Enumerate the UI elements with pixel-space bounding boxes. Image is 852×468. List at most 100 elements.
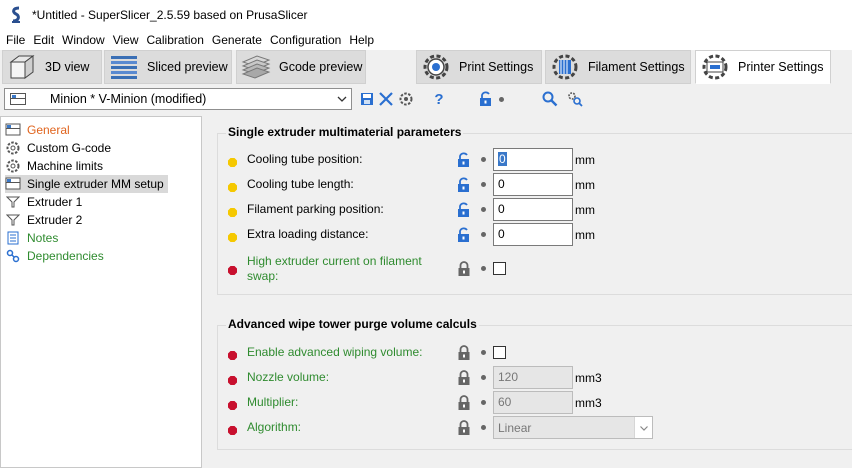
unit-label: mm xyxy=(575,153,595,167)
lock-icon[interactable] xyxy=(457,261,471,277)
tree-item-label: General xyxy=(27,123,70,137)
delete-preset-button[interactable] xyxy=(377,90,395,108)
menu-configuration[interactable]: Configuration xyxy=(268,30,347,50)
tab-filament-settings[interactable]: Filament Settings xyxy=(545,50,691,84)
nozzle-volume-input[interactable]: 120 xyxy=(493,366,573,389)
window-icon xyxy=(5,122,21,138)
tree-item-label: Machine limits xyxy=(27,159,104,173)
tab-printer-settings[interactable]: Printer Settings xyxy=(695,50,831,84)
filament-parking-position-input[interactable]: 0 xyxy=(493,198,573,221)
save-icon xyxy=(361,93,373,105)
setting-nozzle-volume: Nozzle volume: 120 mm3 xyxy=(203,366,852,390)
tree-item-notes[interactable]: Notes xyxy=(5,229,58,247)
lock-icon[interactable] xyxy=(457,370,471,386)
tab-print-settings[interactable]: Print Settings xyxy=(416,50,542,84)
setting-label: Nozzle volume: xyxy=(247,370,330,384)
lock-icon[interactable] xyxy=(457,395,471,411)
unlock-icon[interactable] xyxy=(457,177,471,193)
window-title: *Untitled - SuperSlicer_2.5.59 based on … xyxy=(32,8,308,22)
extra-loading-distance-input[interactable]: 0 xyxy=(493,223,573,246)
setting-algorithm: Algorithm: Linear xyxy=(203,416,852,440)
menu-window[interactable]: Window xyxy=(60,30,111,50)
bullet-icon[interactable] xyxy=(481,232,486,237)
tree-item-label: Custom G-code xyxy=(27,141,112,155)
algorithm-select[interactable]: Linear xyxy=(493,416,653,439)
cog-icon xyxy=(423,54,449,80)
unlock-icon[interactable] xyxy=(457,227,471,243)
bullet-icon[interactable] xyxy=(481,266,486,271)
setting-cooling-tube-length: Cooling tube length: 0 mm xyxy=(203,173,852,197)
menu-edit[interactable]: Edit xyxy=(31,30,60,50)
enable-advanced-wiping-volume-checkbox[interactable] xyxy=(493,346,506,359)
bullet-icon[interactable] xyxy=(481,375,486,380)
advanced-mode-icon xyxy=(228,264,237,275)
tree-item-dependencies[interactable]: Dependencies xyxy=(5,247,104,265)
lock-icon[interactable] xyxy=(457,345,471,361)
cog-icon xyxy=(5,140,21,156)
tree-item-custom-gcode[interactable]: Custom G-code xyxy=(5,139,111,157)
cooling-tube-length-input[interactable]: 0 xyxy=(493,173,573,196)
tree-item-machine-limits[interactable]: Machine limits xyxy=(5,157,103,175)
chevron-down-icon xyxy=(337,96,347,102)
high-extruder-current-checkbox[interactable] xyxy=(493,262,506,275)
unit-label: mm xyxy=(575,228,595,242)
tab-gcode-preview[interactable]: Gcode preview xyxy=(236,50,366,84)
menu-calibration[interactable]: Calibration xyxy=(145,30,210,50)
tree-item-label: Notes xyxy=(27,231,59,245)
chevron-down-icon xyxy=(634,417,652,438)
funnel-icon xyxy=(5,212,21,228)
tree-item-extruder-2[interactable]: Extruder 2 xyxy=(5,211,82,229)
tree-item-general[interactable]: General xyxy=(5,121,70,139)
setting-filament-parking-position: Filament parking position: 0 mm xyxy=(203,198,852,222)
tree-item-label: Extruder 1 xyxy=(27,195,83,209)
system-value-icon xyxy=(228,206,237,217)
printer-preset-icon xyxy=(10,93,26,105)
menu-bar: File Edit Window View Calibration Genera… xyxy=(0,30,852,50)
lock-legend-button[interactable] xyxy=(477,90,495,108)
bullet-icon[interactable] xyxy=(481,157,486,162)
tree-item-extruder-1[interactable]: Extruder 1 xyxy=(5,193,82,211)
multiplier-input[interactable]: 60 xyxy=(493,391,573,414)
menu-file[interactable]: File xyxy=(4,30,31,50)
cooling-tube-position-input[interactable]: 0 xyxy=(493,148,573,171)
menu-view[interactable]: View xyxy=(111,30,145,50)
setting-multiplier: Multiplier: 60 mm3 xyxy=(203,391,852,415)
bullet-icon[interactable] xyxy=(481,350,486,355)
printer-preset-select[interactable]: Minion * V-Minion (modified) xyxy=(4,88,352,110)
setting-label: High extruder current on filament swap: xyxy=(247,254,422,283)
bullet-icon[interactable] xyxy=(481,207,486,212)
menu-help[interactable]: Help xyxy=(347,30,380,50)
bullet-icon[interactable] xyxy=(481,425,486,430)
advanced-mode-icon xyxy=(228,374,237,385)
bullet-icon[interactable] xyxy=(481,400,486,405)
search-settings-button[interactable] xyxy=(566,90,584,108)
setting-high-extruder-current: High extruder current on filament swap: xyxy=(203,254,852,288)
tab-sliced-preview[interactable]: Sliced preview xyxy=(104,50,232,84)
unlock-icon[interactable] xyxy=(457,202,471,218)
tree-item-single-extruder-mm-setup[interactable]: Single extruder MM setup xyxy=(5,175,168,193)
advanced-mode-icon xyxy=(228,424,237,435)
setting-label: Algorithm: xyxy=(247,420,302,434)
menu-generate[interactable]: Generate xyxy=(210,30,268,50)
title-bar: *Untitled - SuperSlicer_2.5.59 based on … xyxy=(0,0,852,30)
setting-label: Cooling tube length: xyxy=(247,177,354,191)
save-preset-button[interactable] xyxy=(358,90,376,108)
help-button[interactable]: ? xyxy=(430,90,448,108)
setting-enable-advanced-wiping-volume: Enable advanced wiping volume: xyxy=(203,341,852,365)
compare-presets-button[interactable] xyxy=(397,90,415,108)
search-button[interactable] xyxy=(541,90,559,108)
setting-cooling-tube-position: Cooling tube position: 0 mm xyxy=(203,148,852,172)
unlock-icon[interactable] xyxy=(457,152,471,168)
unit-label: mm3 xyxy=(575,396,602,410)
bullet-icon[interactable] xyxy=(481,182,486,187)
value-legend-button[interactable] xyxy=(496,90,506,108)
group-title: Advanced wipe tower purge volume calculs xyxy=(226,317,479,331)
tab-label: 3D view xyxy=(45,60,90,74)
cube-icon xyxy=(9,55,35,79)
lock-icon[interactable] xyxy=(457,420,471,436)
system-value-icon xyxy=(228,181,237,192)
delete-icon xyxy=(379,92,393,106)
printer-icon xyxy=(702,54,728,80)
tab-3d-view[interactable]: 3D view xyxy=(2,50,102,84)
settings-page-tree: General Custom G-code Machine limits Sin… xyxy=(0,116,202,468)
